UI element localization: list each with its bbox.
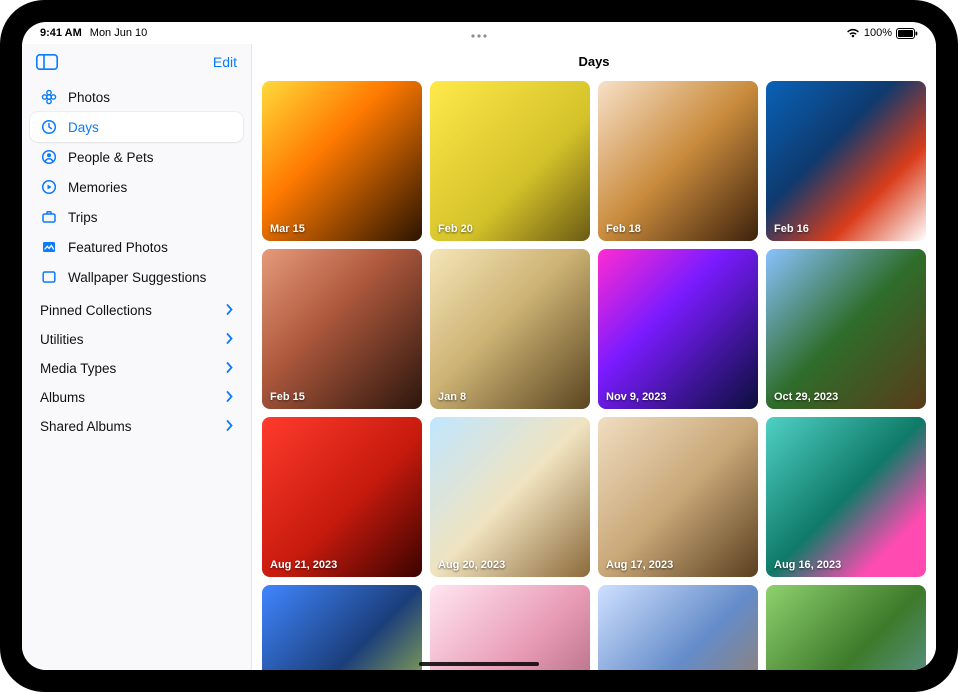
- photo-thumbnail: [766, 249, 926, 409]
- tile-date-label: Mar 15: [270, 223, 305, 235]
- sidebar-item-label: Photos: [68, 90, 110, 105]
- tile-date-label: Feb 15: [270, 391, 305, 403]
- chevron-right-icon: [226, 332, 233, 347]
- photo-thumbnail: [430, 81, 590, 241]
- photo-thumbnail: [766, 81, 926, 241]
- sidebar-group-label: Utilities: [40, 332, 84, 347]
- person-icon: [40, 148, 58, 166]
- day-tile[interactable]: Aug 16, 2023: [766, 417, 926, 577]
- photo-thumbnail: [766, 585, 926, 670]
- photo-thumbnail: [262, 417, 422, 577]
- sidebar: Edit Photos Days People & Pets Memories Trip…: [22, 44, 252, 670]
- tile-date-label: Aug 21, 2023: [270, 559, 337, 571]
- sidebar-group-pinned-collections[interactable]: Pinned Collections: [30, 296, 243, 325]
- sidebar-item-wallpaper-suggestions[interactable]: Wallpaper Suggestions: [30, 262, 243, 292]
- day-tile[interactable]: [262, 585, 422, 670]
- content-area: Days Mar 15 Feb 20 Feb 18 Feb 16 Feb 15 Jan 8…: [252, 44, 936, 670]
- day-tile[interactable]: Feb 16: [766, 81, 926, 241]
- sidebar-edit-button[interactable]: Edit: [213, 54, 237, 70]
- day-tile[interactable]: [766, 585, 926, 670]
- home-indicator[interactable]: [419, 662, 539, 666]
- photo-grid-wrap[interactable]: Mar 15 Feb 20 Feb 18 Feb 16 Feb 15 Jan 8 Nov 9…: [252, 81, 936, 670]
- sidebar-group-label: Shared Albums: [40, 419, 132, 434]
- chevron-right-icon: [226, 361, 233, 376]
- sidebar-toggle-icon[interactable]: [34, 52, 60, 72]
- tile-date-label: Feb 18: [606, 223, 641, 235]
- chevron-right-icon: [226, 303, 233, 318]
- photo-thumbnail: [598, 585, 758, 670]
- multitask-dots-icon[interactable]: [470, 26, 488, 44]
- photo-thumbnail: [262, 249, 422, 409]
- sidebar-group-utilities[interactable]: Utilities: [30, 325, 243, 354]
- photo-grid: Mar 15 Feb 20 Feb 18 Feb 16 Feb 15 Jan 8 Nov 9…: [262, 81, 926, 670]
- day-tile[interactable]: Aug 20, 2023: [430, 417, 590, 577]
- sidebar-item-label: Days: [68, 120, 99, 135]
- sidebar-group-label: Albums: [40, 390, 85, 405]
- photo-thumbnail: [598, 417, 758, 577]
- tile-date-label: Aug 16, 2023: [774, 559, 841, 571]
- content-title: Days: [252, 44, 936, 81]
- photo-thumbnail: [430, 417, 590, 577]
- screen: 9:41 AM Mon Jun 10 100%: [22, 22, 936, 670]
- suitcase-icon: [40, 208, 58, 226]
- photo-thumbnail: [262, 585, 422, 670]
- sidebar-item-people-pets[interactable]: People & Pets: [30, 142, 243, 172]
- photo-thumbnail: [430, 585, 590, 670]
- day-tile[interactable]: Feb 20: [430, 81, 590, 241]
- status-date: Mon Jun 10: [90, 27, 147, 39]
- status-time: 9:41 AM: [40, 27, 82, 39]
- day-tile[interactable]: Aug 21, 2023: [262, 417, 422, 577]
- sidebar-group-label: Pinned Collections: [40, 303, 152, 318]
- sidebar-item-trips[interactable]: Trips: [30, 202, 243, 232]
- photos-icon: [40, 88, 58, 106]
- status-battery-pct: 100%: [864, 27, 892, 39]
- day-tile[interactable]: [430, 585, 590, 670]
- app-root: Edit Photos Days People & Pets Memories Trip…: [22, 44, 936, 670]
- sidebar-item-memories[interactable]: Memories: [30, 172, 243, 202]
- wifi-icon: [846, 28, 860, 38]
- day-tile[interactable]: Jan 8: [430, 249, 590, 409]
- photo-thumbnail: [262, 81, 422, 241]
- sidebar-item-label: Memories: [68, 180, 127, 195]
- day-tile[interactable]: Nov 9, 2023: [598, 249, 758, 409]
- ipad-frame: 9:41 AM Mon Jun 10 100%: [0, 0, 958, 692]
- tile-date-label: Jan 8: [438, 391, 466, 403]
- battery-icon: [896, 28, 918, 39]
- sidebar-item-label: Wallpaper Suggestions: [68, 270, 206, 285]
- sidebar-group-albums[interactable]: Albums: [30, 383, 243, 412]
- sidebar-group-shared-albums[interactable]: Shared Albums: [30, 412, 243, 441]
- photo-thumbnail: [598, 249, 758, 409]
- day-tile[interactable]: Feb 15: [262, 249, 422, 409]
- sidebar-item-label: Trips: [68, 210, 98, 225]
- tile-date-label: Oct 29, 2023: [774, 391, 838, 403]
- tile-date-label: Nov 9, 2023: [606, 391, 667, 403]
- tile-date-label: Feb 16: [774, 223, 809, 235]
- sidebar-item-label: People & Pets: [68, 150, 154, 165]
- sidebar-item-featured-photos[interactable]: Featured Photos: [30, 232, 243, 262]
- tile-date-label: Aug 20, 2023: [438, 559, 505, 571]
- chevron-right-icon: [226, 390, 233, 405]
- tile-date-label: Aug 17, 2023: [606, 559, 673, 571]
- photo-thumbnail: [766, 417, 926, 577]
- sidebar-item-days[interactable]: Days: [30, 112, 243, 142]
- photo-thumbnail: [430, 249, 590, 409]
- day-tile[interactable]: Feb 18: [598, 81, 758, 241]
- wallpaper-icon: [40, 268, 58, 286]
- tile-date-label: Feb 20: [438, 223, 473, 235]
- sidebar-item-label: Featured Photos: [68, 240, 168, 255]
- day-tile[interactable]: Aug 17, 2023: [598, 417, 758, 577]
- sidebar-group-label: Media Types: [40, 361, 116, 376]
- memories-icon: [40, 178, 58, 196]
- day-tile[interactable]: [598, 585, 758, 670]
- sidebar-item-photos[interactable]: Photos: [30, 82, 243, 112]
- sidebar-group-media-types[interactable]: Media Types: [30, 354, 243, 383]
- day-tile[interactable]: Oct 29, 2023: [766, 249, 926, 409]
- day-tile[interactable]: Mar 15: [262, 81, 422, 241]
- photo-thumbnail: [598, 81, 758, 241]
- clock-icon: [40, 118, 58, 136]
- chevron-right-icon: [226, 419, 233, 434]
- featured-icon: [40, 238, 58, 256]
